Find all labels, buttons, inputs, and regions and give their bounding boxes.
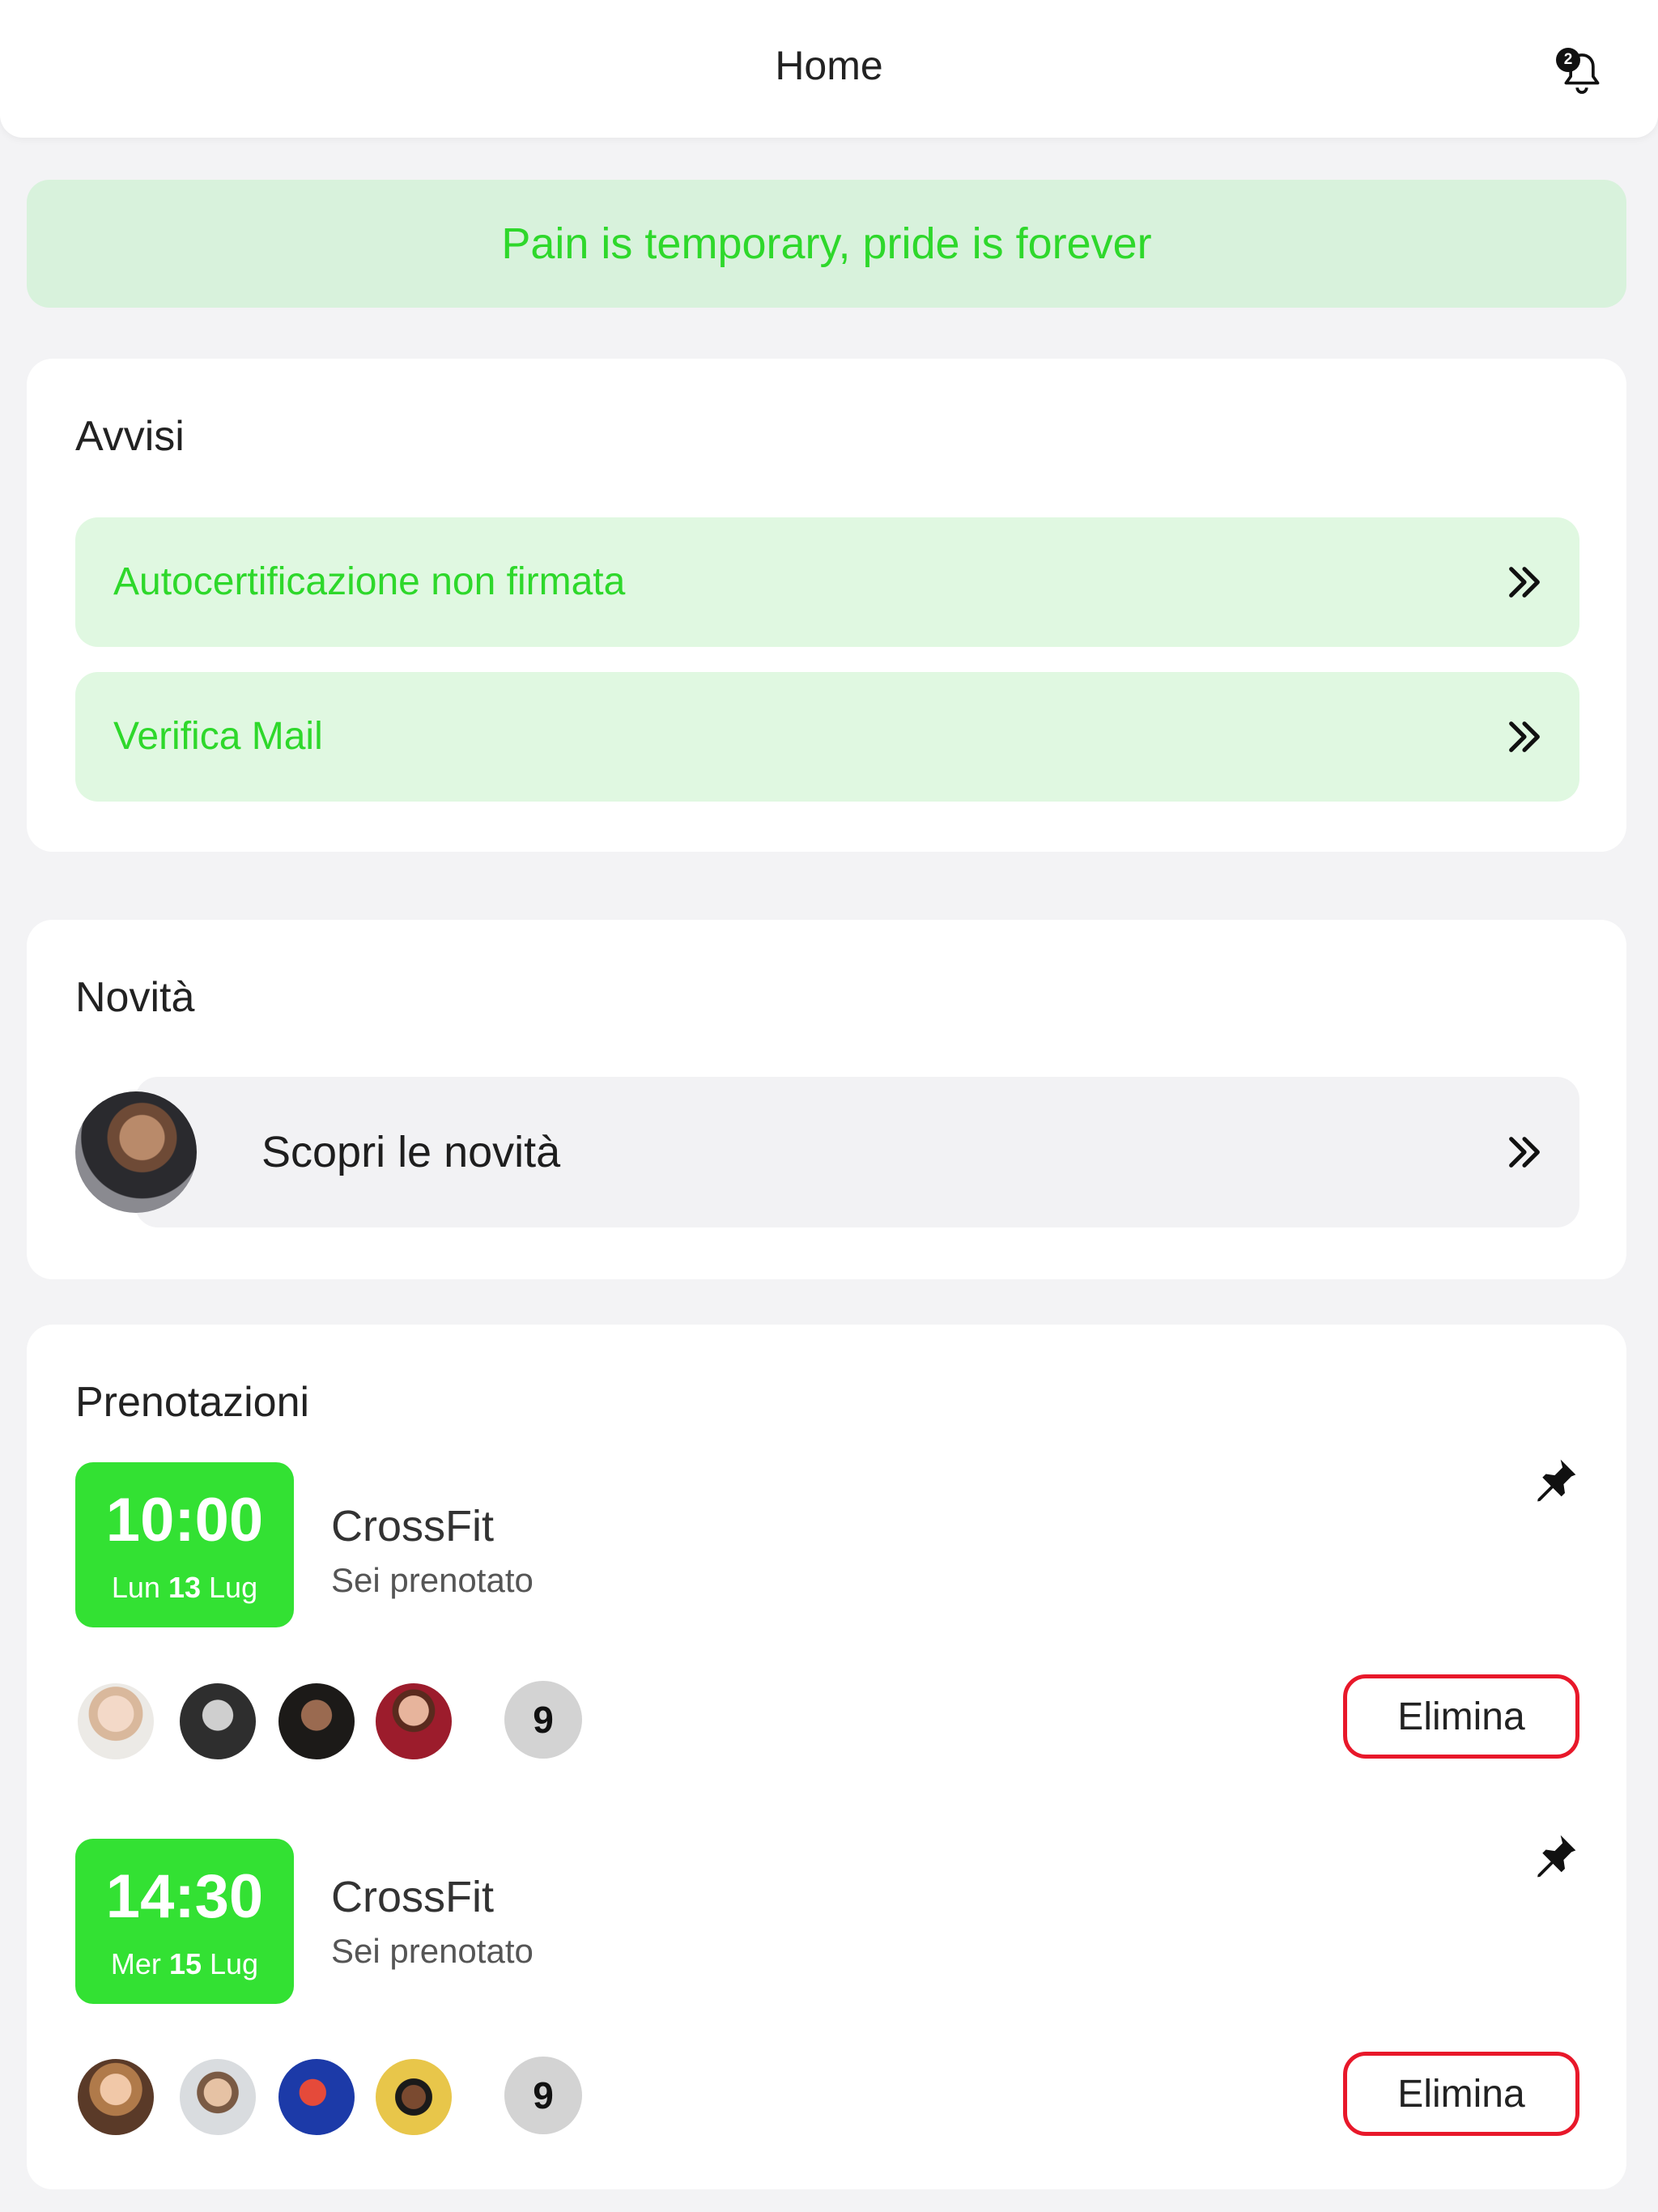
news-avatar [75, 1091, 197, 1213]
news-card: Novità Scopri le novità [27, 920, 1626, 1279]
participants-list: 9 [75, 2057, 585, 2138]
participants-list: 9 [75, 1681, 585, 1762]
booking-date: Mer 15 Lug [75, 1947, 294, 1981]
alerts-card: Avvisi Autocertificazione non firmata Ve… [27, 359, 1626, 852]
double-chevron-right-icon [1509, 1137, 1540, 1168]
notification-badge: 2 [1556, 48, 1580, 72]
double-chevron-right-icon [1509, 721, 1540, 752]
participant-avatar [75, 1681, 156, 1762]
booking-status: Sei prenotato [331, 1932, 534, 1970]
notifications-button[interactable]: 2 [1553, 45, 1609, 101]
booking-month: Lug [210, 1947, 259, 1980]
alert-label: Autocertificazione non firmata [113, 560, 626, 603]
pin-icon[interactable] [1529, 1830, 1581, 1882]
bookings-card: Prenotazioni 10:00 Lun 13 Lug CrossFit S… [27, 1325, 1626, 2189]
news-title: Novità [75, 974, 195, 1021]
booking-time-slot: 14:30 Mer 15 Lug [75, 1839, 294, 2004]
pin-icon[interactable] [1529, 1454, 1581, 1506]
booking-weekday: Mer [110, 1947, 161, 1980]
page-title: Home [775, 43, 883, 88]
booking-day: 13 [168, 1571, 202, 1604]
booking-day: 15 [168, 1947, 202, 1980]
booking-time: 14:30 [105, 1862, 264, 1931]
participant-avatar [373, 2057, 454, 2138]
booking-month: Lug [209, 1571, 258, 1604]
bookings-title: Prenotazioni [75, 1379, 310, 1426]
participant-avatar [276, 2057, 357, 2138]
more-participants-count[interactable]: 9 [504, 1681, 582, 1759]
booking-date: Lun 13 Lug [75, 1571, 294, 1605]
booking-class-name: CrossFit [331, 1502, 494, 1551]
participant-avatar [373, 1681, 454, 1762]
delete-booking-button[interactable]: Elimina [1343, 2052, 1579, 2136]
alert-label: Verifica Mail [113, 715, 323, 758]
alert-self-certification[interactable]: Autocertificazione non firmata [75, 517, 1579, 647]
news-label: Scopri le novità [261, 1128, 561, 1176]
participant-avatar [177, 2057, 258, 2138]
booking-time: 10:00 [105, 1486, 264, 1555]
delete-booking-button[interactable]: Elimina [1343, 1674, 1579, 1759]
booking-class-name: CrossFit [331, 1873, 494, 1921]
booking-weekday: Lun [111, 1571, 160, 1604]
alert-verify-mail[interactable]: Verifica Mail [75, 672, 1579, 802]
booking-time-slot: 10:00 Lun 13 Lug [75, 1462, 294, 1627]
participant-avatar [75, 2057, 156, 2138]
discover-news-button[interactable]: Scopri le novità [75, 1077, 1579, 1227]
booking-status: Sei prenotato [331, 1561, 534, 1599]
more-participants-count[interactable]: 9 [504, 2057, 582, 2134]
participant-avatar [276, 1681, 357, 1762]
top-bar: Home 2 [0, 0, 1658, 138]
double-chevron-right-icon [1509, 567, 1540, 598]
motto-banner: Pain is temporary, pride is forever [27, 180, 1626, 308]
participant-avatar [177, 1681, 258, 1762]
alerts-title: Avvisi [75, 413, 185, 460]
